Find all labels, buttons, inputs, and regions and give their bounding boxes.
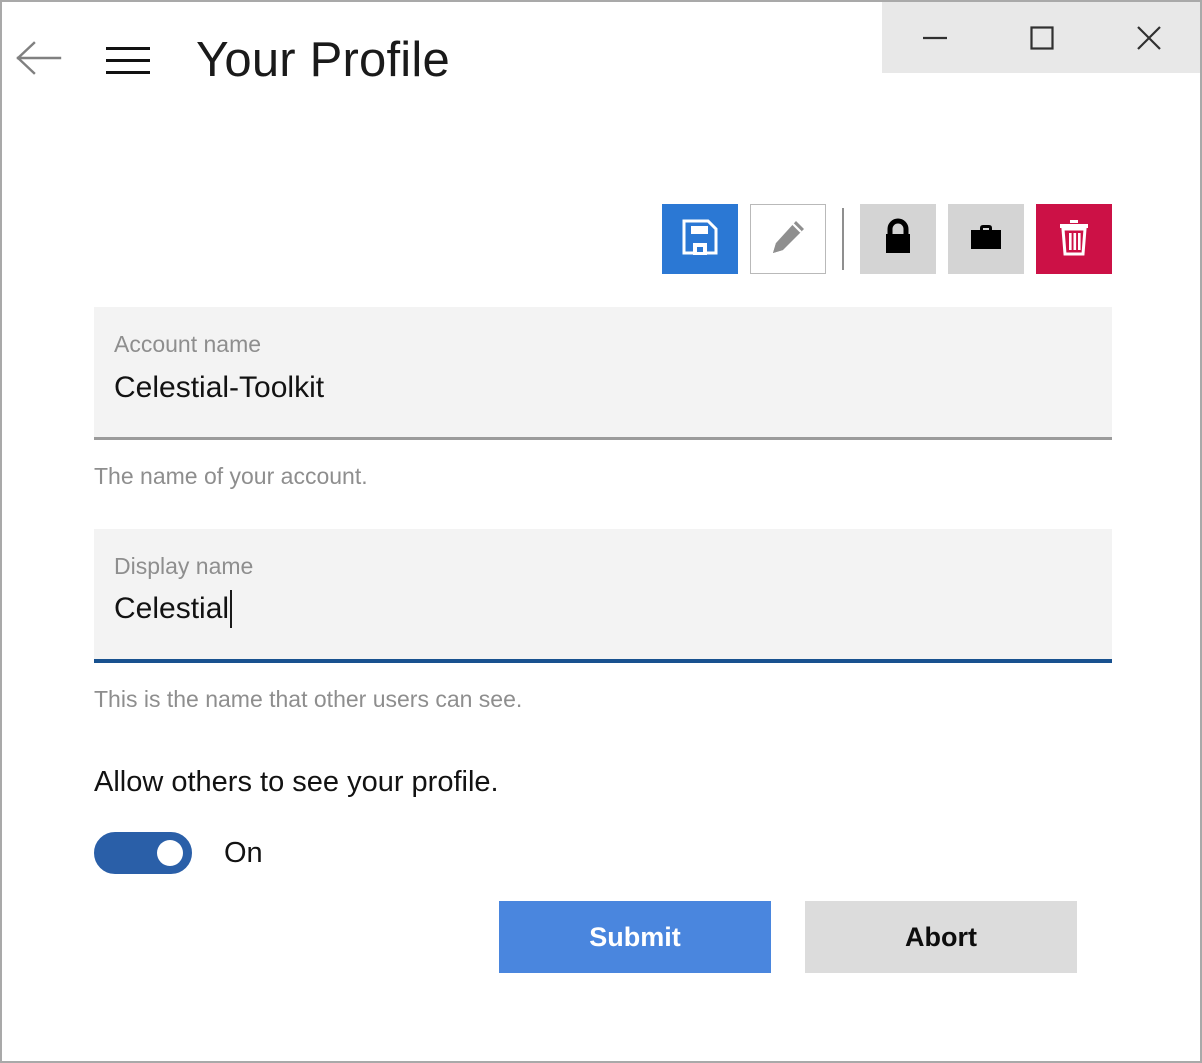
submit-button[interactable]: Submit bbox=[499, 901, 771, 973]
maximize-button[interactable] bbox=[989, 2, 1096, 73]
toggle-row: On bbox=[94, 831, 1112, 874]
app-window: Your Profile Account name Celestial-Tool… bbox=[0, 0, 1202, 1063]
text-cursor bbox=[230, 590, 233, 629]
profile-visibility-section: Allow others to see your profile. On bbox=[94, 765, 1112, 874]
profile-form: Account name Celestial-Toolkit The name … bbox=[94, 307, 1112, 874]
account-name-input[interactable]: Account name Celestial-Toolkit bbox=[94, 307, 1112, 437]
display-name-input[interactable]: Display name Celestial bbox=[94, 528, 1112, 659]
action-toolbar bbox=[662, 204, 1112, 274]
account-name-help: The name of your account. bbox=[94, 463, 368, 489]
field-account-name: Account name Celestial-Toolkit The name … bbox=[94, 307, 1112, 491]
briefcase-icon bbox=[967, 221, 1005, 258]
floppy-disk-icon bbox=[682, 219, 718, 260]
edit-button[interactable] bbox=[750, 204, 826, 274]
delete-button[interactable] bbox=[1036, 204, 1112, 274]
window-controls bbox=[882, 2, 1200, 73]
hamburger-icon bbox=[106, 38, 150, 83]
account-name-label: Account name bbox=[114, 331, 262, 357]
close-icon bbox=[1135, 24, 1163, 52]
close-button[interactable] bbox=[1095, 2, 1200, 73]
pencil-icon bbox=[769, 218, 807, 261]
briefcase-button[interactable] bbox=[948, 204, 1024, 274]
toggle-state-label: On bbox=[224, 836, 263, 869]
minimize-icon bbox=[922, 32, 948, 44]
lock-icon bbox=[881, 218, 915, 261]
trash-icon bbox=[1057, 218, 1091, 261]
save-button[interactable] bbox=[662, 204, 738, 274]
back-arrow-icon bbox=[16, 40, 62, 80]
toolbar-separator bbox=[842, 208, 844, 270]
form-actions: Submit Abort bbox=[499, 901, 1077, 973]
account-name-value: Celestial-Toolkit bbox=[114, 370, 325, 404]
profile-visibility-toggle[interactable] bbox=[94, 831, 192, 874]
back-button[interactable] bbox=[2, 24, 76, 96]
field-display-name: Display name Celestial This is the name … bbox=[94, 528, 1112, 714]
account-name-underline bbox=[94, 437, 1112, 440]
display-name-value: Celestial bbox=[114, 590, 1092, 629]
lock-button[interactable] bbox=[860, 204, 936, 274]
display-name-label: Display name bbox=[114, 552, 254, 579]
menu-button[interactable] bbox=[92, 24, 164, 96]
toggle-knob bbox=[157, 839, 183, 866]
minimize-button[interactable] bbox=[882, 2, 989, 73]
profile-visibility-caption: Allow others to see your profile. bbox=[94, 766, 499, 799]
abort-button[interactable]: Abort bbox=[805, 901, 1077, 973]
display-name-underline-focused bbox=[94, 658, 1112, 663]
maximize-icon bbox=[1029, 25, 1055, 51]
display-name-help: This is the name that other users can se… bbox=[94, 685, 523, 712]
page-title: Your Profile bbox=[196, 32, 450, 87]
nav-row: Your Profile bbox=[2, 24, 450, 96]
title-bar: Your Profile bbox=[2, 2, 1200, 120]
